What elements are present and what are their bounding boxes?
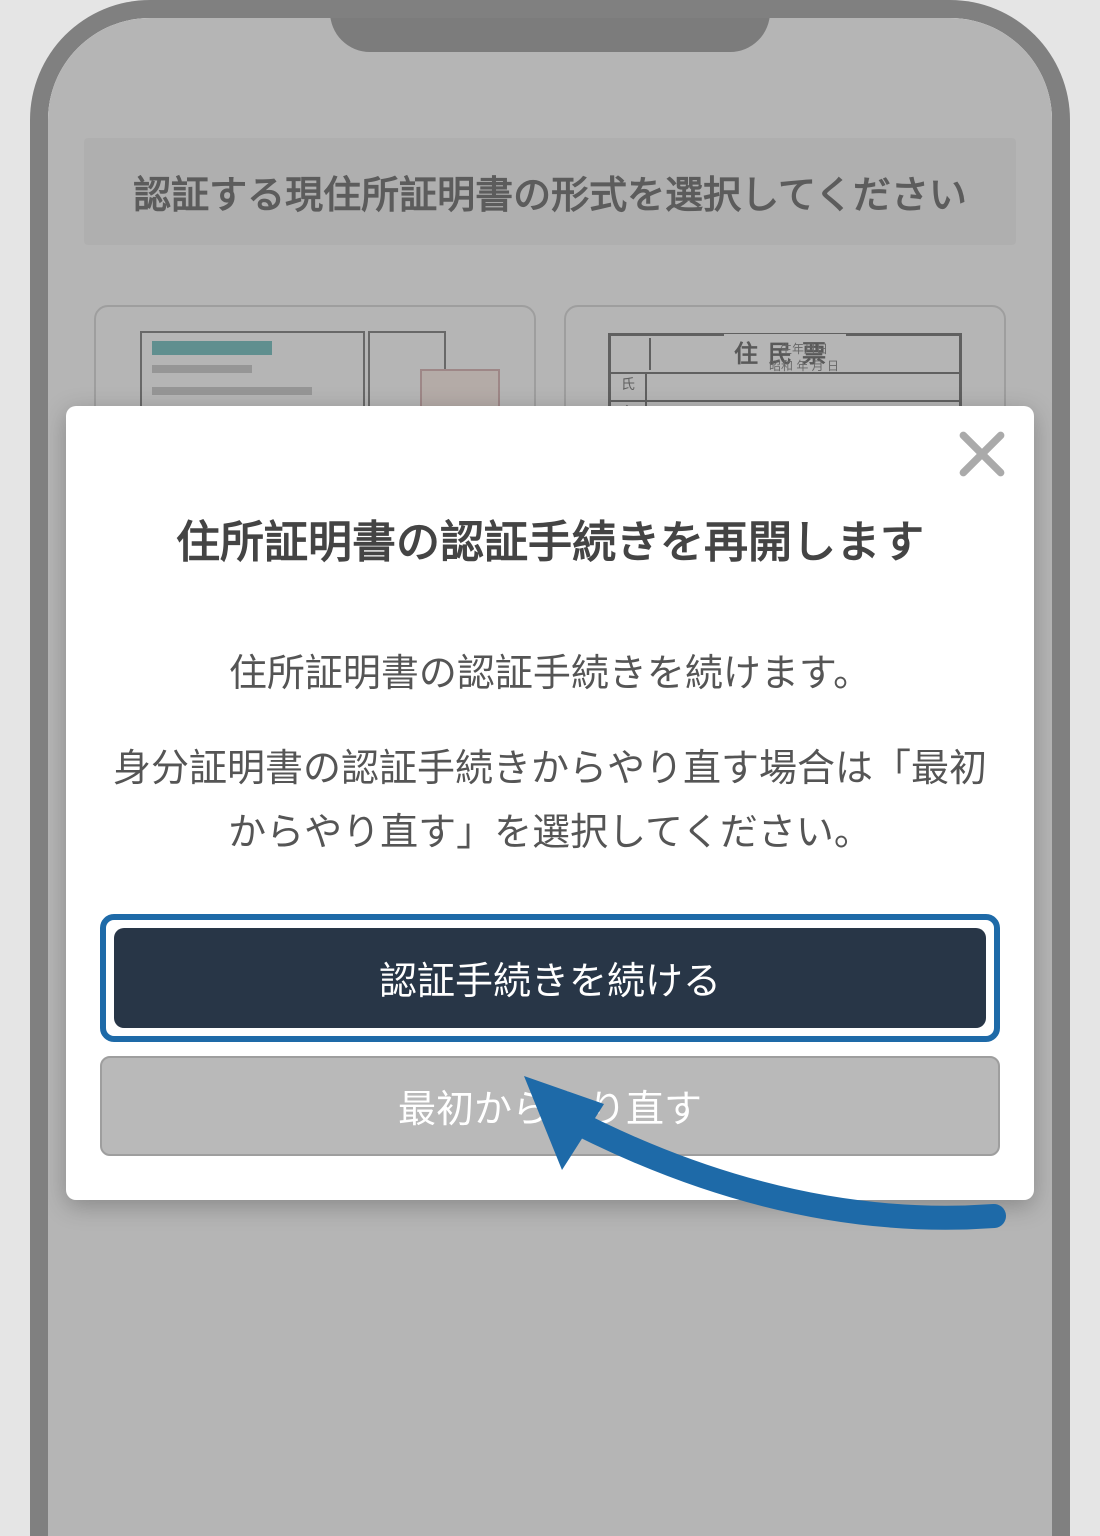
phone-frame: 認証する現住所証明書の形式を選択してください 公共料金領収書: [30, 0, 1070, 1536]
modal-body-line2: 身分証明書の認証手続きからやり直す場合は「最初からやり直す」を選択してください。: [100, 737, 1000, 866]
modal-title: 住所証明書の認証手続きを再開します: [100, 506, 1000, 570]
resume-modal: 住所証明書の認証手続きを再開します 住所証明書の認証手続きを続けます。 身分証明…: [66, 406, 1034, 1200]
primary-button-highlight: 認証手続きを続ける: [100, 914, 1000, 1042]
close-icon[interactable]: [954, 426, 1010, 482]
modal-body-line1: 住所証明書の認証手続きを続けます。: [100, 642, 1000, 707]
screen: 認証する現住所証明書の形式を選択してください 公共料金領収書: [48, 18, 1052, 1536]
continue-button[interactable]: 認証手続きを続ける: [114, 928, 986, 1028]
restart-button[interactable]: 最初からやり直す: [100, 1056, 1000, 1156]
